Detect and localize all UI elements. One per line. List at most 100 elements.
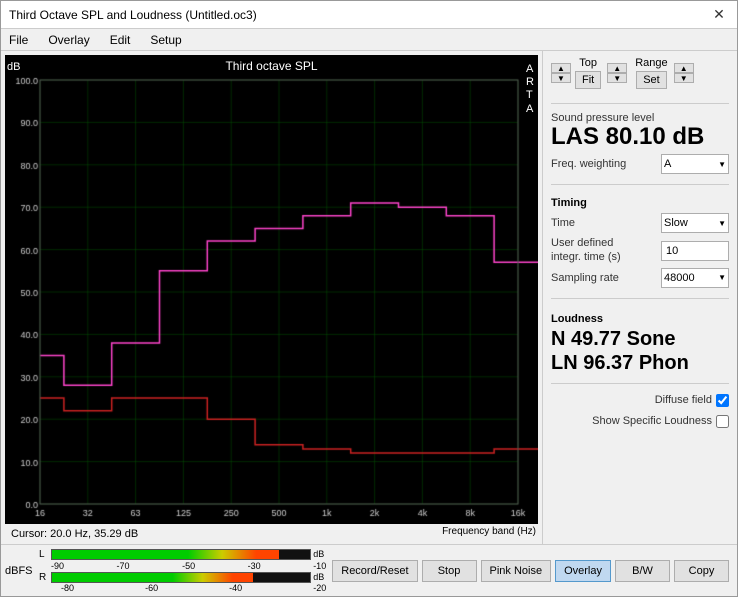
l-channel-label: L xyxy=(39,549,49,560)
diffuse-field-checkbox[interactable] xyxy=(716,394,729,407)
range-up-btn[interactable]: ▲ xyxy=(674,63,694,73)
freq-weighting-label: Freq. weighting xyxy=(551,158,626,170)
menu-file[interactable]: File xyxy=(5,32,32,48)
level-label-60: -60 xyxy=(145,583,158,593)
db-label-2: dB xyxy=(313,572,328,582)
top-fit-spinners: ▲ ▼ xyxy=(607,63,627,83)
menu-overlay[interactable]: Overlay xyxy=(44,32,93,48)
show-specific-row: Show Specific Loudness xyxy=(551,415,729,428)
bottom-bar: dBFS L dB -90 -70 -50 -30 xyxy=(1,544,737,596)
timing-section-label: Timing xyxy=(551,197,729,209)
level-scale-bot: -80 -60 -40 -20 xyxy=(39,583,328,593)
main-content: Third octave SPL dB ARTA Cursor: 20.0 Hz… xyxy=(1,51,737,544)
sampling-rate-label: Sampling rate xyxy=(551,272,619,284)
show-specific-checkbox[interactable] xyxy=(716,415,729,428)
level-label-70: -70 xyxy=(117,561,130,571)
chart-container: Third octave SPL dB ARTA xyxy=(5,55,538,524)
top-up-btn[interactable]: ▲ xyxy=(551,63,571,73)
r-meter-fill xyxy=(52,573,253,582)
range-spinners: ▲ ▼ xyxy=(674,63,694,83)
level-label-80: -80 xyxy=(61,583,74,593)
record-reset-button[interactable]: Record/Reset xyxy=(332,560,417,582)
top-label: Top xyxy=(579,57,597,69)
range-label-group: Range Set xyxy=(635,57,667,89)
level-label-50: -50 xyxy=(182,561,195,571)
time-label: Time xyxy=(551,217,575,229)
title-bar: Third Octave SPL and Loudness (Untitled.… xyxy=(1,1,737,29)
close-button[interactable]: ✕ xyxy=(709,5,729,25)
chart-canvas xyxy=(5,55,538,524)
spl-section: Sound pressure level LAS 80.10 dB Freq. … xyxy=(551,112,729,176)
l-meter-bg xyxy=(51,549,311,560)
level-scale-top: -90 -70 -50 -30 -10 xyxy=(39,561,328,571)
loudness-ln-value: LN 96.37 Phon xyxy=(551,351,729,375)
level-label-10: -10 xyxy=(313,561,326,571)
diffuse-field-row: Diffuse field xyxy=(551,394,729,407)
bw-button[interactable]: B/W xyxy=(615,560,670,582)
level-label-30: -30 xyxy=(248,561,261,571)
meter-wrapper: L dB -90 -70 -50 -30 -10 xyxy=(39,549,328,593)
sampling-rate-dropdown[interactable]: 48000 ▼ xyxy=(661,268,729,288)
overlay-button[interactable]: Overlay xyxy=(555,560,611,582)
chart-yaxis-label: dB xyxy=(7,61,20,73)
user-defined-row: User defined integr. time (s) xyxy=(551,237,729,263)
time-arrow: ▼ xyxy=(718,219,726,228)
spl-value: LAS 80.10 dB xyxy=(551,124,729,150)
divider-3 xyxy=(551,298,729,299)
range-control-group: Range Set ▲ ▼ xyxy=(635,57,693,89)
show-specific-label: Show Specific Loudness xyxy=(592,415,712,427)
loudness-section-label: Loudness xyxy=(551,313,729,325)
meter-upper-row: L dB xyxy=(39,549,328,560)
pink-noise-button[interactable]: Pink Noise xyxy=(481,560,552,582)
freq-band-label: Frequency band (Hz) xyxy=(442,526,536,540)
diffuse-field-label: Diffuse field xyxy=(655,394,712,406)
stop-button[interactable]: Stop xyxy=(422,560,477,582)
timing-section: Timing Time Slow ▼ User defined integr. … xyxy=(551,193,729,289)
chart-arta-label: ARTA xyxy=(526,63,534,116)
set-button[interactable]: Set xyxy=(636,71,667,89)
user-defined-label: User defined integr. time (s) xyxy=(551,237,646,263)
r-meter-bg xyxy=(51,572,311,583)
menu-edit[interactable]: Edit xyxy=(106,32,135,48)
menu-bar: File Overlay Edit Setup xyxy=(1,29,737,51)
top-label-group: Top Fit xyxy=(575,57,601,89)
l-meter-track xyxy=(51,549,311,560)
bottom-buttons: Record/Reset Stop Pink Noise Overlay B/W… xyxy=(332,560,733,582)
r-channel-label: R xyxy=(39,572,49,583)
main-window: Third Octave SPL and Loudness (Untitled.… xyxy=(0,0,738,597)
divider-4 xyxy=(551,383,729,384)
freq-weighting-dropdown[interactable]: A ▼ xyxy=(661,154,729,174)
copy-button[interactable]: Copy xyxy=(674,560,729,582)
top-control-group: ▲ ▼ Top Fit ▲ ▼ xyxy=(551,57,627,89)
freq-weighting-row: Freq. weighting A ▼ xyxy=(551,154,729,174)
time-dropdown[interactable]: Slow ▼ xyxy=(661,213,729,233)
time-row: Time Slow ▼ xyxy=(551,213,729,233)
top-range-controls: ▲ ▼ Top Fit ▲ ▼ Range Set xyxy=(551,57,729,89)
range-down-btn[interactable]: ▼ xyxy=(674,73,694,83)
window-title: Third Octave SPL and Loudness (Untitled.… xyxy=(9,8,257,22)
top-down-btn[interactable]: ▼ xyxy=(551,73,571,83)
user-defined-input[interactable] xyxy=(661,241,729,261)
level-meters: dBFS L dB -90 -70 -50 -30 xyxy=(5,547,733,594)
range-label: Range xyxy=(635,57,667,69)
r-meter-track xyxy=(51,572,311,583)
fit-button[interactable]: Fit xyxy=(575,71,601,89)
fit-down-btn[interactable]: ▼ xyxy=(607,73,627,83)
time-value: Slow xyxy=(664,217,688,229)
fit-up-btn[interactable]: ▲ xyxy=(607,63,627,73)
divider-1 xyxy=(551,103,729,104)
sampling-rate-value: 48000 xyxy=(664,272,695,284)
l-meter-fill xyxy=(52,550,279,559)
sampling-rate-row: Sampling rate 48000 ▼ xyxy=(551,268,729,288)
loudness-n-value: N 49.77 Sone xyxy=(551,327,729,351)
freq-weighting-arrow: ▼ xyxy=(718,160,726,169)
divider-2 xyxy=(551,184,729,185)
right-panel: ▲ ▼ Top Fit ▲ ▼ Range Set xyxy=(542,51,737,544)
level-label-20: -20 xyxy=(313,583,326,593)
chart-area: Third octave SPL dB ARTA Cursor: 20.0 Hz… xyxy=(1,51,542,544)
menu-setup[interactable]: Setup xyxy=(146,32,185,48)
db-label-1: dB xyxy=(313,549,328,559)
loudness-section: Loudness N 49.77 Sone LN 96.37 Phon xyxy=(551,309,729,375)
sampling-rate-arrow: ▼ xyxy=(718,273,726,282)
meter-lower-row: R dB xyxy=(39,572,328,583)
